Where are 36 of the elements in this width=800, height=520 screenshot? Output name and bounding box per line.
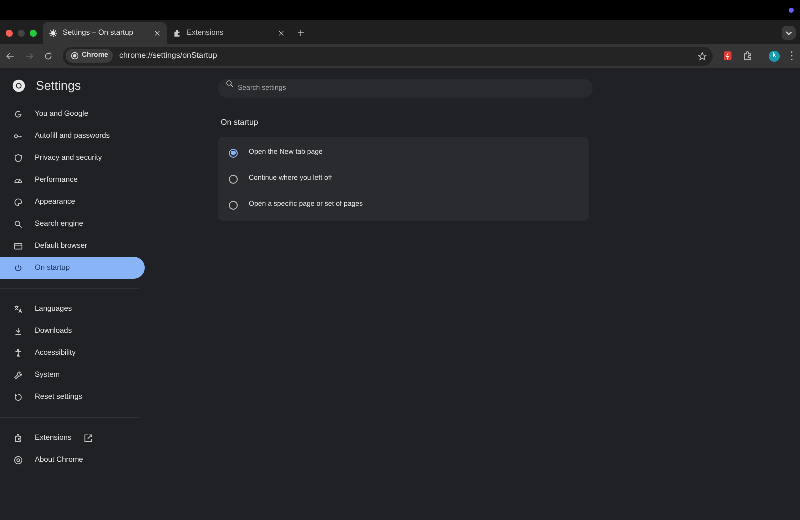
puzzle-icon: [173, 28, 182, 38]
close-icon[interactable]: [278, 30, 285, 36]
palette-icon: [14, 198, 23, 206]
new-tab-icon[interactable]: [297, 29, 305, 37]
download-icon: [14, 326, 23, 336]
chrome-logo-icon: [14, 456, 23, 464]
external-link-icon[interactable]: [84, 434, 93, 442]
status-dot-icon: [789, 8, 794, 12]
translate-icon: [14, 304, 23, 314]
shield-icon: [14, 154, 23, 162]
more-menu-icon[interactable]: [790, 51, 794, 61]
puzzle-icon[interactable]: [743, 51, 753, 61]
browser-window-icon: [14, 242, 23, 250]
google-g-icon: [14, 110, 23, 118]
power-icon: [14, 264, 23, 272]
url-text: chrome://settings/onStartup: [119, 50, 218, 62]
search-icon: [14, 220, 23, 228]
section-heading: On startup: [221, 117, 260, 129]
chrome-logo-icon: [12, 79, 26, 93]
puzzle-icon: [14, 434, 23, 442]
wrench-icon: [14, 370, 23, 380]
close-icon[interactable]: [154, 30, 161, 36]
settings-title: Settings: [36, 78, 82, 95]
reset-icon: [14, 392, 23, 402]
reload-icon[interactable]: [44, 52, 53, 60]
radio-button[interactable]: [229, 148, 238, 158]
accessibility-icon: [14, 348, 23, 358]
radio-button[interactable]: [229, 200, 238, 210]
key-icon: [14, 132, 23, 140]
extension-icon[interactable]: [723, 51, 733, 61]
bookmark-star-icon[interactable]: [698, 52, 707, 60]
chrome-logo-icon: [71, 52, 79, 60]
forward-icon: [25, 52, 34, 60]
back-icon[interactable]: [6, 52, 15, 60]
radio-button[interactable]: [229, 174, 238, 184]
tab-search-icon[interactable]: [782, 26, 796, 40]
